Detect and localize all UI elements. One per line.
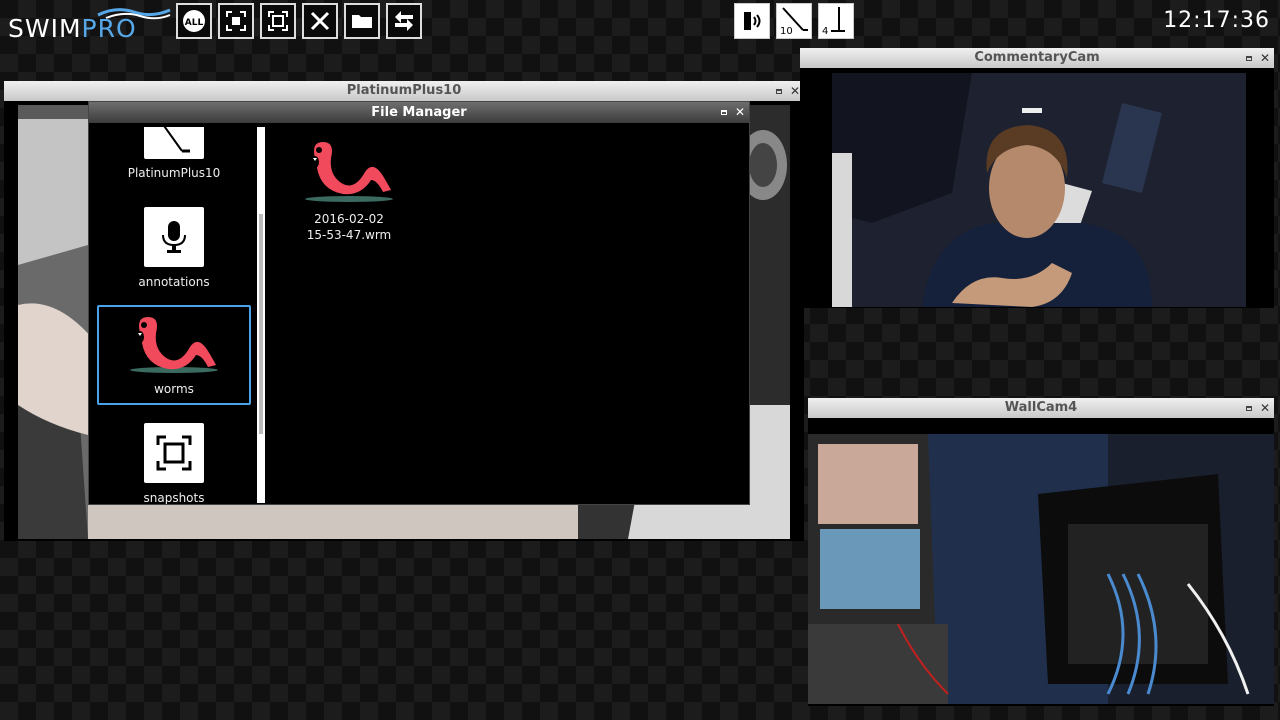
platinum-titlebar[interactable]: PlatinumPlus10 ✕ [4,81,804,101]
commentary-video-feed [832,73,1246,307]
all-cameras-button[interactable]: ALL [176,3,212,39]
commentary-titlebar[interactable]: CommentaryCam ✕ [800,48,1274,68]
audio-wall-button[interactable] [734,3,770,39]
swap-button[interactable] [386,3,422,39]
maximize-icon[interactable] [1245,55,1252,61]
swimpro-logo: SWIMPRO [8,4,171,43]
window-title: PlatinumPlus10 [346,83,462,98]
audio-wall-icon [744,12,761,30]
file-name-line1: 2016-02-02 [314,212,384,226]
file-item[interactable]: 2016-02-02 15-53-47.wrm [299,138,399,243]
file-name-line2: 15-53-47.wrm [306,228,392,242]
sidebar-item-label: worms [154,382,194,396]
lane-number: 4 [822,26,829,37]
focus-button[interactable] [218,3,254,39]
sidebar-item-label: snapshots [143,491,205,504]
logo-text-accent: PRO [81,14,137,43]
snapshot-icon [156,435,192,471]
worm-icon [130,317,218,373]
fullscreen-icon [268,11,288,31]
close-icon[interactable]: ✕ [790,85,800,97]
scrollbar-thumb[interactable] [259,214,263,434]
all-button-label: ALL [185,18,204,28]
window-title: WallCam4 [1004,400,1078,415]
lane-10-button[interactable]: 10 [776,3,812,39]
fullscreen-button[interactable] [260,3,296,39]
commentary-camera-window: CommentaryCam ✕ [800,48,1274,308]
sidebar-item-annotations[interactable]: annotations [97,207,251,297]
sidebar-item-label: annotations [138,275,210,289]
worm-icon [305,142,393,202]
close-icon[interactable]: ✕ [1260,402,1270,414]
wallcam-window: WallCam4 ✕ [808,398,1274,706]
top-toolbar: SWIMPRO ALL 10 4 12:17:36 [0,0,1280,44]
close-icon[interactable]: ✕ [1260,52,1270,64]
swap-arrows-icon [395,11,413,31]
close-icon[interactable]: ✕ [735,106,745,118]
sidebar-item-snapshots[interactable]: snapshots [97,423,251,504]
all-icon: ALL [183,10,205,32]
focus-icon [226,11,246,31]
file-manager-sidebar: PlatinumPlus10 annotations worms snapsho… [89,127,255,504]
camera-pole-icon [163,127,190,153]
tools-icon [310,11,330,31]
file-manager-titlebar[interactable]: File Manager ✕ [89,102,749,123]
lane-4-button[interactable]: 4 [818,3,854,39]
sidebar-item-worms[interactable]: worms [97,305,251,405]
wallcam-video-feed [808,434,1274,704]
logo-text-main: SWIM [8,14,82,43]
sidebar-item-label: PlatinumPlus10 [127,166,221,180]
maximize-icon[interactable] [775,88,782,94]
maximize-icon[interactable] [1245,405,1252,411]
window-title: CommentaryCam [974,50,1100,65]
lane-number: 10 [780,26,793,37]
maximize-icon[interactable] [720,109,727,115]
folder-icon [352,15,372,28]
microphone-icon [162,221,186,253]
wallcam-titlebar[interactable]: WallCam4 ✕ [808,398,1274,418]
file-manager-window: File Manager ✕ PlatinumPlus10 annotation… [88,101,750,505]
clock: 12:17:36 [1163,8,1270,33]
folder-button[interactable] [344,3,380,39]
window-title: File Manager [371,105,467,120]
tools-button[interactable] [302,3,338,39]
sidebar-item-platinumplus10[interactable]: PlatinumPlus10 [97,127,251,187]
